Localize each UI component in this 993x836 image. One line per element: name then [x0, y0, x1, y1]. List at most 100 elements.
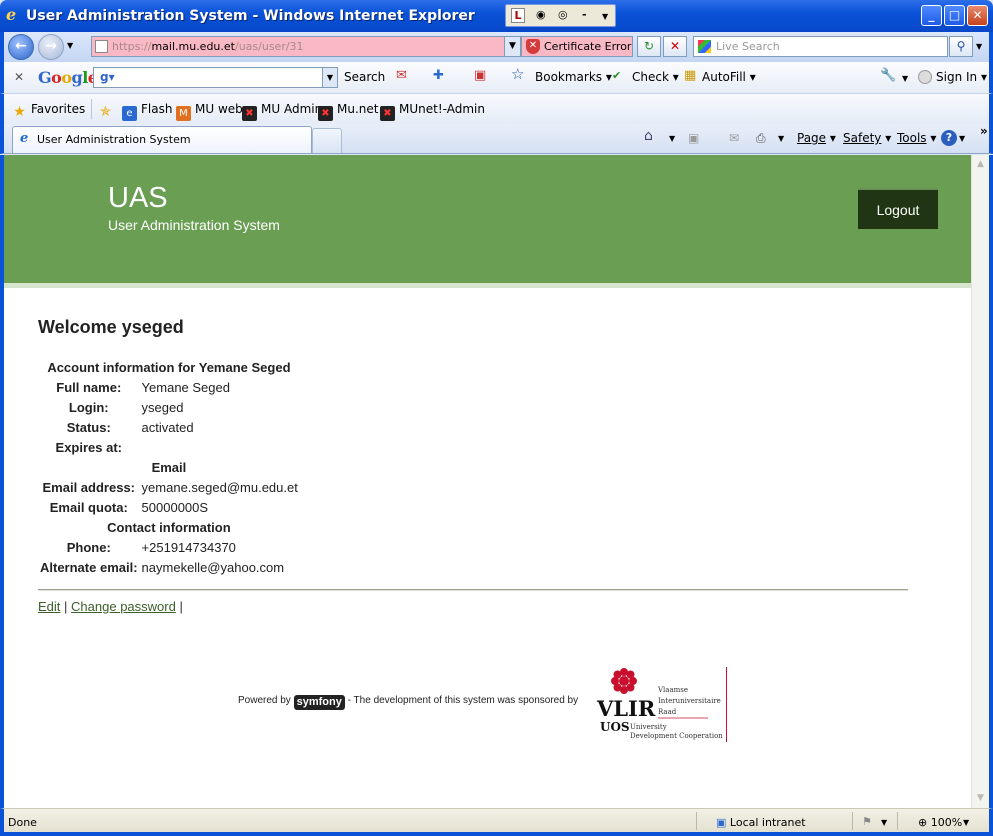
help-icon[interactable]: ?	[941, 130, 957, 146]
spellcheck-icon: ✔	[612, 69, 622, 82]
help-dropdown-icon[interactable]: ▼	[959, 134, 965, 143]
vlir-wordmark: VLIR	[597, 696, 656, 721]
back-button[interactable]: ←	[8, 34, 34, 60]
status-bar: Done ▣ Local intranet ⚑ ▼ ⊕ 100% ▼	[0, 808, 993, 836]
title-toolbar: L ◉ ◎ - ▼	[505, 4, 616, 27]
chevron-down-icon[interactable]: ▼	[602, 10, 608, 24]
protected-mode-icon[interactable]: ⚑	[862, 815, 872, 828]
google-toolbar: ✕ Google g▾▼ Search ✉ ✚ ▣ ☆ Bookmarks ▾ …	[0, 62, 993, 94]
vlir-line-2: Interuniversitaire	[658, 697, 721, 705]
maximize-button[interactable]: □	[944, 5, 965, 26]
add-favorite-button[interactable]: ✯	[98, 102, 117, 120]
google-search-dropdown[interactable]: ▼	[322, 68, 337, 87]
eye-icon[interactable]: ◎	[558, 8, 568, 22]
autofill-button[interactable]: AutoFill ▾	[702, 70, 756, 84]
status-value: activated	[141, 419, 194, 435]
tab-user-administration[interactable]: e User Administration System	[12, 126, 312, 153]
check-label: Check	[632, 70, 669, 84]
page-icon	[95, 40, 108, 53]
email-quota-label: Email quota:	[49, 499, 128, 515]
edit-link[interactable]: Edit	[38, 599, 60, 614]
divider	[38, 589, 908, 591]
tools-menu[interactable]: Tools ▾	[897, 131, 936, 145]
minus-icon[interactable]: -	[582, 8, 587, 22]
favorites-star-icon: ★	[13, 104, 26, 120]
search-options-icon[interactable]: ▼	[976, 42, 982, 51]
powered-by-text: Powered by	[238, 695, 291, 706]
site-brand[interactable]: UAS	[108, 182, 168, 215]
table-row: Status: activated	[38, 417, 300, 437]
favorite-link-mu-admin[interactable]: ✖ MU Admin	[242, 102, 322, 121]
favorite-link-mu-net[interactable]: ✖ Mu.net	[318, 102, 378, 121]
vlir-line-1: Vlaamse	[658, 686, 689, 694]
print-icon[interactable]: ⎙	[756, 131, 766, 146]
favorites-button[interactable]: ★ Favorites	[12, 102, 85, 120]
login-value: yseged	[141, 399, 184, 415]
page-menu[interactable]: Page ▾	[797, 131, 836, 145]
new-tab-button[interactable]	[312, 128, 342, 153]
forward-button[interactable]: →	[38, 34, 64, 60]
google-logo[interactable]: Google	[38, 68, 98, 87]
bookmarks-button[interactable]: Bookmarks ▾	[535, 70, 612, 84]
feeds-icon[interactable]: ▣	[688, 131, 699, 145]
email-address-value: yemane.seged@mu.edu.et	[141, 479, 298, 495]
address-input[interactable]: https://mail.mu.edu.et/uas/user/31	[91, 36, 521, 57]
add-favorite-icon: ✯	[99, 104, 112, 120]
l-icon[interactable]: L	[511, 8, 525, 23]
ie-logo-icon: e	[6, 5, 17, 24]
favorite-label: Mu.net	[337, 102, 379, 116]
protected-mode-dropdown-icon[interactable]: ▼	[881, 818, 887, 827]
history-dropdown-icon[interactable]: ▼	[67, 41, 73, 50]
change-password-link[interactable]: Change password	[71, 599, 176, 614]
logout-button[interactable]: Logout	[858, 188, 938, 229]
zoom-level[interactable]: ⊕ 100%	[918, 816, 962, 829]
popup-blocker-icon[interactable]: ▣	[474, 69, 486, 83]
vertical-scrollbar[interactable]: ▲ ▼	[971, 155, 989, 808]
tool-icon[interactable]: ◉	[536, 8, 546, 22]
table-row: Email address: yemane.seged@mu.edu.et	[38, 477, 300, 497]
vlir-uos-logo[interactable]: VLIR Vlaamse Interuniversitaire Raad UOS…	[596, 666, 728, 743]
star-icon[interactable]: ☆	[511, 67, 524, 82]
home-dropdown-icon[interactable]: ▼	[669, 134, 675, 143]
symfony-logo[interactable]: symfony	[293, 695, 345, 710]
wrench-popup-icon[interactable]: ✉	[396, 69, 407, 83]
close-toolbar-icon[interactable]: ✕	[14, 70, 24, 84]
security-zone[interactable]: ▣ Local intranet	[716, 816, 806, 829]
home-icon[interactable]: ⌂	[644, 128, 653, 144]
google-search-button[interactable]: Search	[344, 70, 385, 84]
scroll-down-icon[interactable]: ▼	[974, 792, 987, 805]
zoom-icon: ⊕	[918, 816, 928, 829]
page-menu-label: Page	[797, 131, 827, 145]
zoom-dropdown-icon[interactable]: ▼	[963, 818, 969, 827]
uos-line-2: Development Cooperation	[630, 732, 723, 740]
google-search-input[interactable]: g▾ ▼	[93, 67, 338, 88]
refresh-button[interactable]: ↻	[637, 36, 661, 57]
close-button[interactable]: ✕	[967, 5, 988, 26]
mail-icon[interactable]: ✉	[729, 131, 739, 145]
safety-menu[interactable]: Safety ▾	[843, 131, 891, 145]
certificate-error-button[interactable]: ✕ Certificate Error	[521, 36, 633, 57]
live-search-input[interactable]: Live Search	[693, 36, 948, 57]
favorite-link-mu-web[interactable]: M MU web	[176, 102, 243, 121]
check-button[interactable]: Check ▾	[632, 70, 679, 84]
sign-in-button[interactable]: Sign In ▾	[918, 70, 987, 84]
title-bar: e User Administration System - Windows I…	[0, 0, 993, 32]
wrench-icon[interactable]: 🔧	[880, 69, 896, 83]
print-dropdown-icon[interactable]: ▼	[778, 134, 784, 143]
joomla-icon: ✖	[242, 106, 257, 121]
favorite-link-flash[interactable]: e Flash	[122, 102, 172, 121]
chevron-right-icon[interactable]: »	[980, 124, 988, 138]
address-dropdown-button[interactable]: ▼	[504, 36, 521, 57]
sponsor-text: - The development of this system was spo…	[347, 695, 579, 706]
favorite-link-munet-admin[interactable]: ✖ MUnet!-Admin	[380, 102, 485, 121]
scroll-up-icon[interactable]: ▲	[974, 158, 987, 171]
stop-button[interactable]: ✕	[663, 36, 687, 57]
search-button[interactable]: ⚲	[949, 36, 973, 57]
status-label: Status:	[66, 419, 111, 435]
minimize-button[interactable]: _	[921, 5, 942, 26]
contact-heading: Contact information	[107, 519, 231, 535]
sign-in-icon	[918, 70, 932, 84]
wrench-dropdown-icon[interactable]: ▼	[902, 72, 908, 86]
link-separator: |	[179, 599, 183, 614]
plus-icon[interactable]: ✚	[433, 69, 444, 83]
